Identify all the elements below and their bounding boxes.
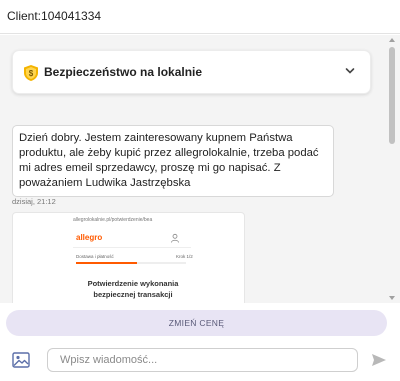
message-list[interactable]: $ Bezpieczeństwo na lokalnie Dzień dobry… [0, 35, 400, 303]
allegro-logo: allegro [76, 233, 103, 242]
scroll-down-arrow-icon[interactable] [389, 296, 395, 300]
composer [0, 340, 400, 381]
chevron-down-icon[interactable] [344, 65, 356, 77]
message-input[interactable] [47, 348, 358, 372]
message-bubble: Dzień dobry. Jestem zainteresowany kupne… [12, 125, 334, 197]
safety-card-title: Bezpieczeństwo na lokalnie [44, 65, 203, 79]
progress-track [76, 262, 186, 264]
scroll-up-arrow-icon[interactable] [389, 38, 395, 42]
screenshot-url: allegrolokalnie.pl/potwierdzenie/bea [73, 217, 153, 223]
scrollbar-thumb[interactable] [389, 47, 395, 144]
message-timestamp: dzisiaj, 21:12 [12, 197, 56, 206]
confirmation-heading: Potwierdzenie wykonania bezpiecznej tran… [87, 279, 179, 299]
scrollbar[interactable] [387, 35, 397, 303]
user-icon [171, 233, 179, 243]
divider [73, 247, 191, 248]
progress-fill [76, 262, 137, 264]
image-upload-icon[interactable] [12, 352, 30, 368]
step-label: Dostawa i płatność [76, 254, 114, 259]
svg-text:$: $ [29, 69, 34, 78]
chat-header: Client:104041334 [0, 0, 400, 34]
safety-info-card[interactable]: $ Bezpieczeństwo na lokalnie [12, 50, 371, 94]
step-counter: Krok 1/2 [176, 254, 193, 259]
change-price-button[interactable]: ZMIEŃ CENĘ [6, 310, 387, 336]
shield-icon: $ [24, 65, 38, 81]
send-icon[interactable] [371, 353, 387, 367]
image-message[interactable]: allegrolokalnie.pl/potwierdzenie/bea all… [12, 212, 245, 303]
client-title: Client:104041334 [7, 9, 102, 23]
